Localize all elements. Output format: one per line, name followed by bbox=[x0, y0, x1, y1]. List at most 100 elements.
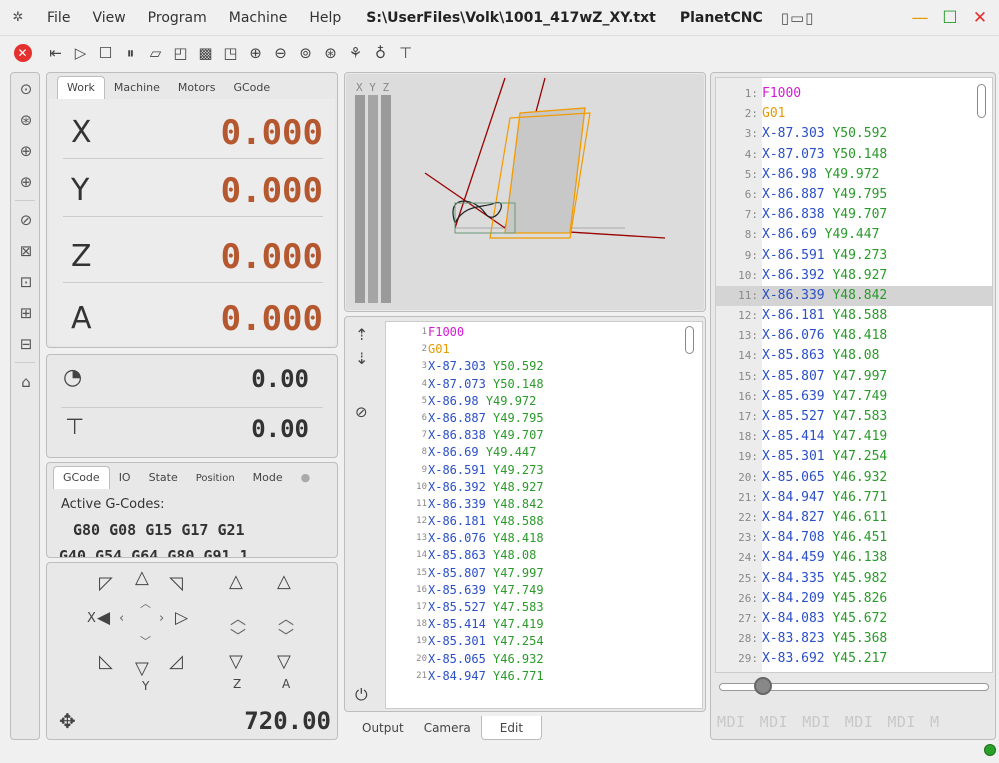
zoom-fit-icon[interactable]: ⊚ bbox=[293, 41, 318, 66]
program-line[interactable]: 22: X-84.827 Y46.611 bbox=[716, 508, 992, 528]
home-icon[interactable]: ⌂ bbox=[11, 366, 41, 397]
program-line[interactable]: 29: X-83.692 Y45.217 bbox=[716, 649, 992, 669]
tool-length-icon[interactable]: ⊤ bbox=[393, 41, 418, 66]
menu-machine[interactable]: Machine bbox=[218, 10, 299, 26]
tab-motors[interactable]: Motors bbox=[169, 77, 225, 99]
jog-x-plus-icon[interactable]: ▷ bbox=[175, 608, 188, 628]
editor-check-icon[interactable]: ⊘ bbox=[355, 403, 368, 421]
menu-file[interactable]: File bbox=[36, 10, 81, 26]
more-tabs-icon[interactable]: ● bbox=[292, 467, 320, 489]
editor-line[interactable]: 12 X-86.181 Y48.588 bbox=[386, 513, 702, 530]
program-line[interactable]: 8: X-86.69 Y49.447 bbox=[716, 225, 992, 245]
jog-down-left-icon[interactable]: ◺ bbox=[99, 651, 113, 672]
zero-all-icon[interactable]: ⊘ bbox=[11, 204, 41, 235]
program-line[interactable]: 6: X-86.887 Y49.795 bbox=[716, 185, 992, 205]
axis-row-a[interactable]: A 0.000 bbox=[63, 293, 323, 345]
stop-icon[interactable]: ✕ bbox=[10, 41, 35, 66]
program-line[interactable]: 15: X-85.807 Y47.997 bbox=[716, 367, 992, 387]
editor-line[interactable]: 10 X-86.392 Y48.927 bbox=[386, 479, 702, 496]
editor-line[interactable]: 13 X-86.076 Y48.418 bbox=[386, 530, 702, 547]
editor-text-area[interactable]: 1 F1000 2 G01 3 X-87.303 Y50.592 4 X-87.073 Y50… bbox=[385, 321, 703, 709]
layout-toggle-icon[interactable]: ▯▭▯ bbox=[781, 9, 815, 27]
maximize-button[interactable]: ☐ bbox=[935, 8, 965, 28]
program-line-current[interactable]: 11: X-86.339 Y48.842 bbox=[716, 285, 992, 307]
jog-down-right-icon[interactable]: ◿ bbox=[169, 651, 183, 672]
view-cube-3-icon[interactable]: ▩ bbox=[193, 41, 218, 66]
view-cube-1-icon[interactable]: ▱ bbox=[143, 41, 168, 66]
tab-output[interactable]: Output bbox=[352, 716, 414, 740]
mdi-button-6[interactable]: M bbox=[930, 713, 940, 731]
editor-line[interactable]: 9 X-86.591 Y49.273 bbox=[386, 462, 702, 479]
editor-line[interactable]: 14 X-85.863 Y48.08 bbox=[386, 547, 702, 564]
mdi-button-4[interactable]: MDI bbox=[845, 713, 874, 731]
view-cube-4-icon[interactable]: ◳ bbox=[218, 41, 243, 66]
jog-y-plus-icon[interactable]: △ bbox=[135, 567, 149, 588]
editor-line[interactable]: 3 X-87.303 Y50.592 bbox=[386, 358, 702, 375]
program-line[interactable]: 26: X-84.209 Y45.826 bbox=[716, 589, 992, 609]
home-target-icon[interactable]: ⊙ bbox=[11, 73, 41, 104]
editor-line[interactable]: 8 X-86.69 Y49.447 bbox=[386, 444, 702, 461]
3d-view-panel[interactable]: X Y Z bbox=[344, 72, 706, 312]
editor-line[interactable]: 6 X-86.887 Y49.795 bbox=[386, 410, 702, 427]
pause-icon[interactable]: ⏸ bbox=[118, 41, 143, 66]
zero-z-icon[interactable]: ⊡ bbox=[11, 266, 41, 297]
g30-target-icon[interactable]: ⊕ bbox=[11, 166, 41, 197]
editor-line[interactable]: 1 F1000 bbox=[386, 324, 702, 341]
g28-target-icon[interactable]: ⊕ bbox=[11, 135, 41, 166]
program-line[interactable]: 16: X-85.639 Y47.749 bbox=[716, 387, 992, 407]
program-line[interactable]: 12: X-86.181 Y48.588 bbox=[716, 306, 992, 326]
tab-edit[interactable]: Edit bbox=[480, 716, 543, 740]
mdi-button-5[interactable]: MDI bbox=[887, 713, 916, 731]
jog-z-minus-icon[interactable]: ▽ bbox=[229, 651, 243, 672]
zero-xy-icon[interactable]: ⊠ bbox=[11, 235, 41, 266]
axis-row-x[interactable]: X 0.000 bbox=[63, 107, 323, 159]
zoom-out-icon[interactable]: ⊖ bbox=[268, 41, 293, 66]
jog-step-left-icon[interactable]: ‹ bbox=[119, 611, 124, 626]
jog-up-right-icon[interactable]: ◹ bbox=[169, 573, 183, 594]
jog-step-down-icon[interactable]: ﹀ bbox=[140, 633, 151, 649]
editor-line[interactable]: 2 G01 bbox=[386, 341, 702, 358]
jog-move-icon[interactable]: ✥ bbox=[59, 709, 76, 733]
program-slider-thumb[interactable] bbox=[754, 677, 773, 695]
tool-measure-icon[interactable]: ⊟ bbox=[11, 328, 41, 359]
program-line[interactable]: 3: X-87.303 Y50.592 bbox=[716, 124, 992, 144]
xy-target-icon[interactable]: ⊛ bbox=[11, 104, 41, 135]
program-line[interactable]: 1: F1000 bbox=[716, 84, 992, 104]
program-line[interactable]: 9: X-86.591 Y49.273 bbox=[716, 246, 992, 266]
menu-program[interactable]: Program bbox=[137, 10, 218, 26]
editor-line[interactable]: 5 X-86.98 Y49.972 bbox=[386, 393, 702, 410]
tab-machine[interactable]: Machine bbox=[105, 77, 169, 99]
jog-step-up-icon[interactable]: ︿ bbox=[140, 595, 151, 611]
play-icon[interactable]: ▷ bbox=[68, 41, 93, 66]
editor-line[interactable]: 4 X-87.073 Y50.148 bbox=[386, 376, 702, 393]
jog-step-right-icon[interactable]: › bbox=[159, 611, 164, 626]
tab-position[interactable]: Position bbox=[187, 469, 244, 489]
editor-power-icon[interactable]: ⏻ bbox=[355, 685, 368, 705]
zoom-in-icon[interactable]: ⊕ bbox=[243, 41, 268, 66]
axis-row-y[interactable]: Y 0.000 bbox=[63, 165, 323, 217]
editor-line[interactable]: 15 X-85.807 Y47.997 bbox=[386, 565, 702, 582]
program-line[interactable]: 5: X-86.98 Y49.972 bbox=[716, 165, 992, 185]
mdi-button-1[interactable]: MDI bbox=[717, 713, 746, 731]
editor-line[interactable]: 21 X-84.947 Y46.771 bbox=[386, 668, 702, 685]
jog-z-step-down-icon[interactable]: ﹀ bbox=[230, 623, 246, 647]
editor-line[interactable]: 17 X-85.527 Y47.583 bbox=[386, 599, 702, 616]
editor-scroll-thumb[interactable] bbox=[685, 326, 694, 354]
mdi-button-2[interactable]: MDI bbox=[760, 713, 789, 731]
stop-square-icon[interactable]: ☐ bbox=[93, 41, 118, 66]
editor-line[interactable]: 19 X-85.301 Y47.254 bbox=[386, 633, 702, 650]
jog-z-plus-icon[interactable]: △ bbox=[229, 571, 243, 592]
exit-icon[interactable]: ⇤ bbox=[43, 41, 68, 66]
jog-up-left-icon[interactable]: ◸ bbox=[99, 573, 113, 594]
minimize-button[interactable]: — bbox=[905, 8, 935, 28]
program-line[interactable]: 20: X-85.065 Y46.932 bbox=[716, 468, 992, 488]
jog-a-step-down-icon[interactable]: ﹀ bbox=[278, 623, 294, 647]
program-line[interactable]: 23: X-84.708 Y46.451 bbox=[716, 528, 992, 548]
jog-x-minus-icon[interactable]: ◀ bbox=[97, 608, 110, 628]
editor-line[interactable]: 7 X-86.838 Y49.707 bbox=[386, 427, 702, 444]
program-list[interactable]: 1: F1000 2: G01 3: X-87.303 Y50.592 4: X-87.073… bbox=[715, 77, 993, 673]
zoom-extents-icon[interactable]: ⊛ bbox=[318, 41, 343, 66]
program-line[interactable]: 7: X-86.838 Y49.707 bbox=[716, 205, 992, 225]
program-line[interactable]: 17: X-85.527 Y47.583 bbox=[716, 407, 992, 427]
tab-camera[interactable]: Camera bbox=[414, 716, 481, 740]
